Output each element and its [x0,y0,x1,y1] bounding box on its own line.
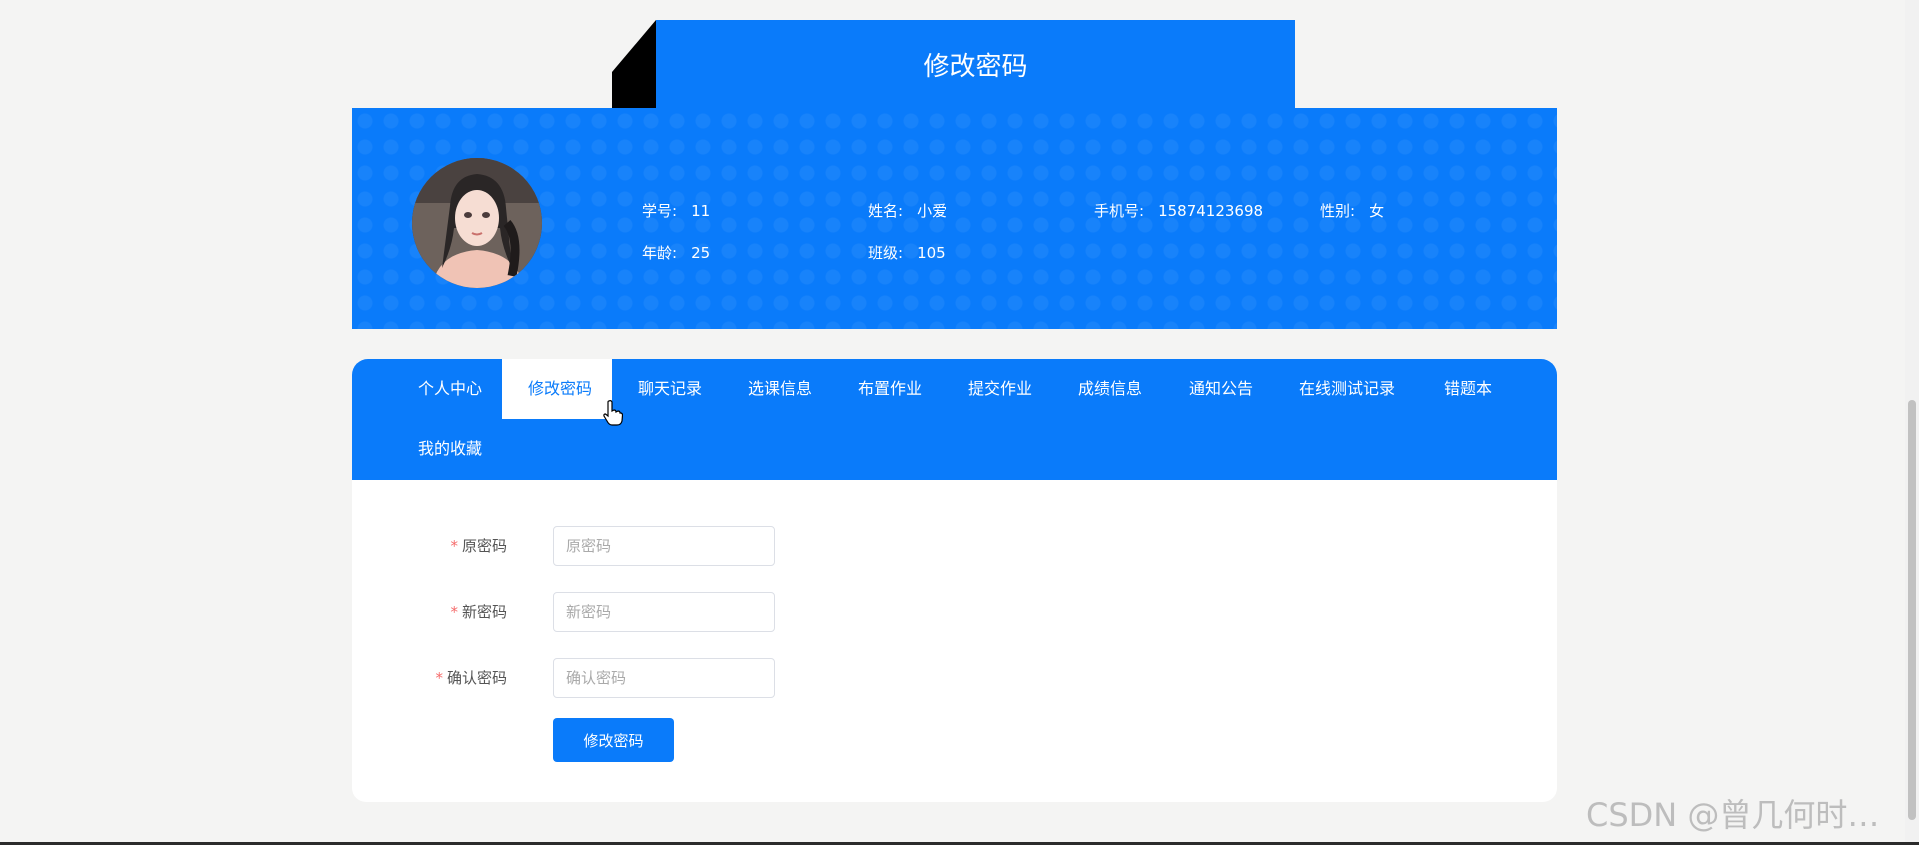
title-fold-decoration [612,20,656,72]
info-label: 班级: [868,244,904,262]
required-mark: * [435,669,443,687]
info-value: 小爱 [917,202,948,220]
new-password-label-text: 新密码 [461,603,507,621]
info-name: 姓名: 小爱 [868,200,947,221]
info-label: 年龄: [642,244,678,262]
new-password-input[interactable] [553,592,775,632]
tab-favorites[interactable]: 我的收藏 [392,419,508,479]
info-label: 学号: [642,202,678,220]
info-label: 姓名: [868,202,904,220]
form-row-confirm-password: * 确认密码 [352,658,1557,698]
tab-change-password[interactable]: 修改密码 [502,359,612,419]
info-age: 年龄: 25 [642,242,710,263]
tab-wrong-questions[interactable]: 错题本 [1418,359,1518,419]
confirm-password-label: * 确认密码 [387,658,507,698]
tab-submit-homework[interactable]: 提交作业 [942,359,1058,419]
required-mark: * [450,537,458,555]
scrollbar-thumb[interactable] [1908,400,1916,820]
page-title-banner: 修改密码 [612,20,1295,108]
info-value: 105 [917,244,946,262]
info-label: 手机号: [1094,202,1145,220]
avatar [412,158,542,288]
tab-grades[interactable]: 成绩信息 [1052,359,1168,419]
tab-chat-records[interactable]: 聊天记录 [612,359,728,419]
old-password-label-text: 原密码 [461,537,507,555]
tab-course-selection[interactable]: 选课信息 [722,359,838,419]
tab-assign-homework[interactable]: 布置作业 [832,359,948,419]
info-gender: 性别: 女 [1320,200,1384,221]
profile-header: 学号: 11 姓名: 小爱 手机号: 15874123698 性别: 女 年龄: 25 班… [352,108,1557,329]
tab-online-test-records[interactable]: 在线测试记录 [1273,359,1421,419]
form-row-old-password: * 原密码 [352,526,1557,566]
info-value: 15874123698 [1158,202,1264,220]
vertical-scrollbar[interactable] [1905,0,1919,845]
required-mark: * [450,603,458,621]
new-password-label: * 新密码 [387,592,507,632]
title-fold-base [612,72,656,108]
info-student-id: 学号: 11 [642,200,710,221]
info-phone: 手机号: 15874123698 [1094,200,1263,221]
nav-tabs: 个人中心 修改密码 聊天记录 选课信息 布置作业 提交作业 成绩信息 通知公告 … [352,359,1557,480]
info-value: 25 [691,244,711,262]
password-form: * 原密码 * 新密码 * 确认密码 修改密码 [352,480,1557,802]
old-password-input[interactable] [553,526,775,566]
avatar-image [412,158,542,288]
watermark: CSDN @曾几何时… [1586,796,1880,834]
info-class: 班级: 105 [868,242,946,263]
page-title: 修改密码 [656,20,1295,108]
info-value: 11 [691,202,711,220]
hand-cursor-icon [603,400,623,426]
old-password-label: * 原密码 [387,526,507,566]
info-label: 性别: [1320,202,1356,220]
confirm-password-label-text: 确认密码 [446,669,507,687]
confirm-password-input[interactable] [553,658,775,698]
info-value: 女 [1369,202,1385,220]
change-password-button[interactable]: 修改密码 [553,718,674,762]
tab-personal-center[interactable]: 个人中心 [392,359,508,419]
tab-notices[interactable]: 通知公告 [1163,359,1279,419]
form-row-new-password: * 新密码 [352,592,1557,632]
